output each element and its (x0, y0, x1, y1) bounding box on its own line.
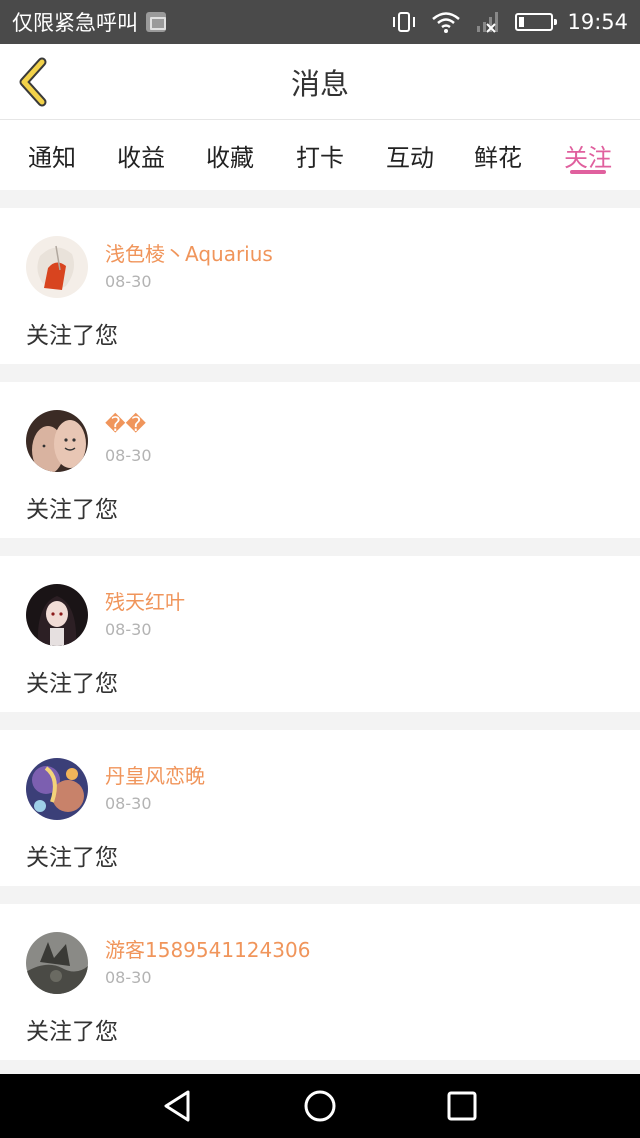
tab-flowers[interactable]: 鲜花 (463, 120, 533, 190)
list-item[interactable]: �� 08-30 关注了您 (0, 382, 640, 538)
status-right: 19:54 (391, 10, 628, 34)
avatar[interactable] (26, 410, 88, 472)
username[interactable]: 残天红叶 (105, 586, 185, 615)
home-circle-icon (304, 1090, 336, 1122)
follow-date: 08-30 (105, 968, 152, 987)
avatar[interactable] (26, 236, 88, 298)
vibrate-icon (393, 12, 416, 32)
avatar-image (26, 584, 88, 646)
tab-interactions[interactable]: 互动 (375, 120, 445, 190)
avatar-image (26, 932, 88, 994)
follow-message: 关注了您 (26, 497, 118, 523)
app-header: 消息 (0, 44, 640, 120)
follow-date: 08-30 (105, 620, 152, 639)
tab-earnings[interactable]: 收益 (106, 120, 176, 190)
follow-date: 08-30 (105, 272, 152, 291)
nav-recents-button[interactable] (442, 1086, 482, 1126)
tab-bar: 通知 收益 收藏 打卡 互动 鲜花 关注 (0, 120, 640, 190)
status-time: 19:54 (567, 10, 628, 34)
tab-checkin[interactable]: 打卡 (285, 120, 355, 190)
list-item[interactable]: 浅色棱丶Aquarius 08-30 关注了您 (0, 208, 640, 364)
username[interactable]: 游客1589541124306 (105, 934, 310, 963)
system-nav-bar (0, 1074, 640, 1138)
avatar-image (26, 758, 88, 820)
follow-message: 关注了您 (26, 323, 118, 349)
list-item[interactable]: 游客1589541124306 08-30 关注了您 (0, 904, 640, 1060)
nav-back-button[interactable] (158, 1086, 198, 1126)
status-bar: 仅限紧急呼叫 19:54 (0, 0, 640, 44)
avatar[interactable] (26, 932, 88, 994)
image-notification-icon (146, 12, 166, 32)
follow-date: 08-30 (105, 794, 152, 813)
carrier-text: 仅限紧急呼叫 (12, 11, 138, 35)
tab-favorites[interactable]: 收藏 (195, 120, 265, 190)
username[interactable]: 丹皇风恋晚 (105, 760, 205, 789)
username[interactable]: 浅色棱丶Aquarius (105, 238, 273, 267)
follow-message: 关注了您 (26, 1019, 118, 1045)
avatar-image (26, 410, 88, 472)
username[interactable]: �� (105, 412, 146, 436)
active-tab-indicator (570, 170, 606, 174)
nav-home-button[interactable] (300, 1086, 340, 1126)
recents-square-icon (447, 1091, 477, 1121)
status-left: 仅限紧急呼叫 (12, 7, 166, 37)
tab-notifications[interactable]: 通知 (17, 120, 87, 190)
tab-following[interactable]: 关注 (553, 120, 623, 190)
wifi-icon (432, 12, 461, 33)
list-item[interactable]: 丹皇风恋晚 08-30 关注了您 (0, 730, 640, 886)
battery-icon (515, 13, 558, 31)
page-title: 消息 (290, 67, 349, 101)
back-triangle-icon (164, 1090, 190, 1122)
avatar[interactable] (26, 584, 88, 646)
no-signal-icon (477, 12, 499, 33)
follow-message: 关注了您 (26, 845, 118, 871)
avatar[interactable] (26, 758, 88, 820)
avatar-image (26, 236, 88, 298)
follow-date: 08-30 (105, 446, 152, 465)
list-item[interactable]: 残天红叶 08-30 关注了您 (0, 556, 640, 712)
follow-message: 关注了您 (26, 671, 118, 697)
